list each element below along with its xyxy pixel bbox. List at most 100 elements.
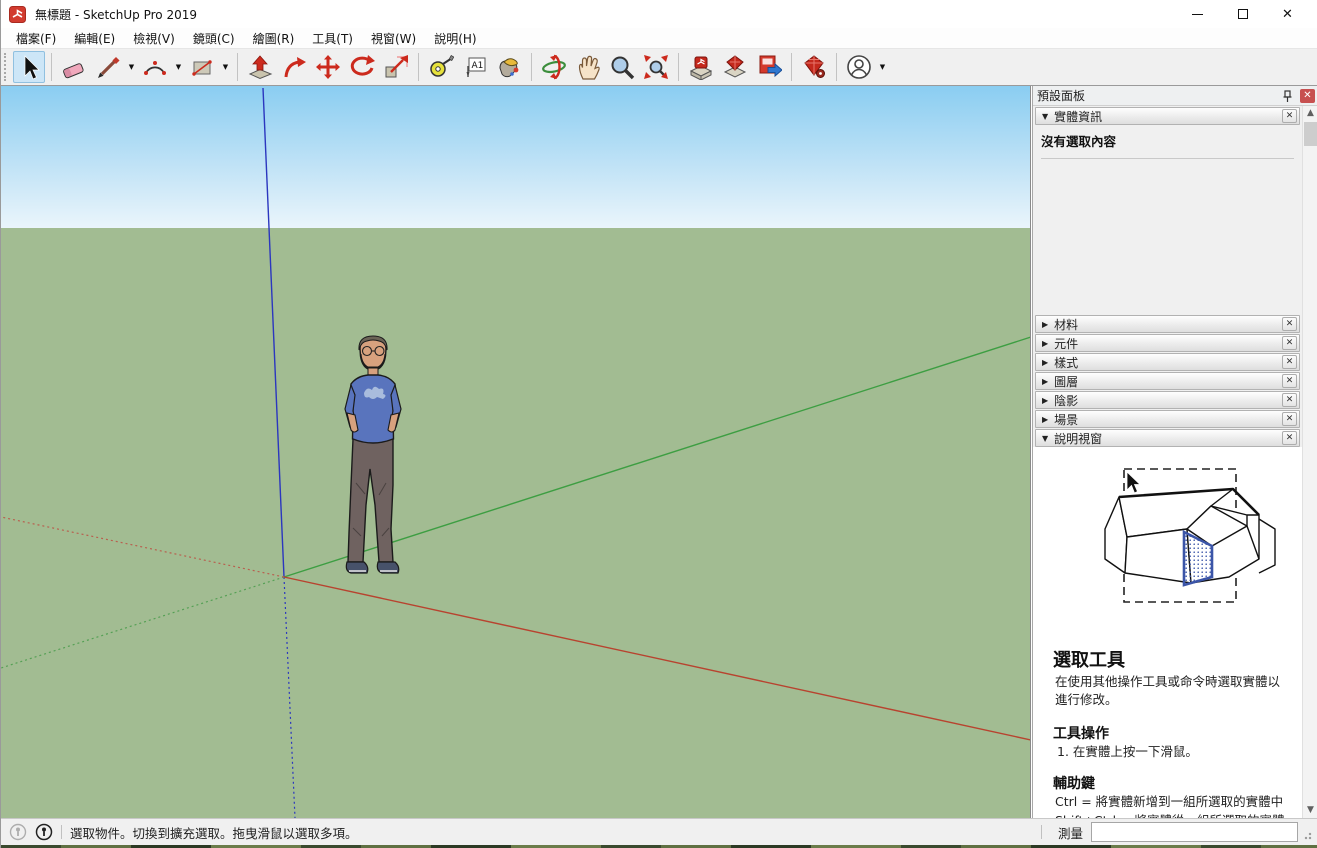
section-entity-info[interactable]: ▼ 實體資訊 ✕ [1035,107,1300,125]
menu-file[interactable]: 檔案(F) [7,28,65,49]
close-button[interactable]: ✕ [1265,0,1310,28]
send-to-layout-button[interactable] [753,51,785,83]
text-tool-button[interactable]: A1 [459,51,491,83]
red-axis-dotted [1,517,284,577]
title-bar: 無標題 - SketchUp Pro 2019 ✕ [1,0,1317,28]
account-button[interactable] [843,51,875,83]
move-tool-button[interactable] [312,51,344,83]
section-materials[interactable]: ▶ 材料 ✕ [1035,315,1300,333]
select-tool-button[interactable] [13,51,45,83]
toolbar-separator [791,53,792,81]
rotate-tool-button[interactable] [346,51,378,83]
section-close-button[interactable]: ✕ [1282,393,1297,407]
section-scenes[interactable]: ▶ 場景 ✕ [1035,410,1300,428]
geolocation-status-icon[interactable] [9,823,27,841]
sketchup-logo-icon [9,6,26,23]
select-cursor-icon [16,54,42,80]
rectangle-icon [189,54,215,80]
scale-figure-person[interactable] [323,333,418,581]
collapse-arrow-icon: ▼ [1042,112,1048,121]
window-title: 無標題 - SketchUp Pro 2019 [35,6,197,23]
rectangle-tool-button[interactable] [186,51,218,83]
toolbar-drag-handle[interactable] [4,53,9,81]
menu-edit[interactable]: 編輯(E) [65,28,124,49]
section-label: 圖層 [1054,373,1078,390]
section-close-button[interactable]: ✕ [1282,374,1297,388]
maximize-button[interactable] [1220,0,1265,28]
default-tray-panel: 預設面板 ✕ ▼ 實體資訊 ✕ 沒有選取內容 ▶ 材料 ✕ ▶ 元件 ✕ [1032,86,1317,818]
section-layers[interactable]: ▶ 圖層 ✕ [1035,372,1300,390]
menu-tools[interactable]: 工具(T) [303,28,362,49]
section-close-button[interactable]: ✕ [1282,317,1297,331]
extension-warehouse-icon [801,54,827,80]
minimize-button[interactable] [1175,0,1220,28]
pin-icon[interactable] [1281,89,1294,103]
green-axis-dotted [1,577,284,668]
scale-icon [383,54,409,80]
status-separator [1041,825,1042,839]
scroll-up-icon[interactable]: ▲ [1303,106,1317,121]
eraser-tool-button[interactable] [58,51,90,83]
toolbar-separator [237,53,238,81]
menu-window[interactable]: 視窗(W) [362,28,425,49]
section-components[interactable]: ▶ 元件 ✕ [1035,334,1300,352]
extension-warehouse-button[interactable] [798,51,830,83]
red-axis-solid [284,577,1031,740]
section-styles[interactable]: ▶ 樣式 ✕ [1035,353,1300,371]
toolbar-separator [418,53,419,81]
zoom-tool-button[interactable] [606,51,638,83]
orbit-tool-button[interactable] [538,51,570,83]
menu-view[interactable]: 檢視(V) [124,28,184,49]
line-tool-button[interactable] [92,51,124,83]
section-label: 實體資訊 [1054,108,1102,125]
rotate-icon [349,54,375,80]
section-shadows[interactable]: ▶ 陰影 ✕ [1035,391,1300,409]
push-pull-tool-button[interactable] [244,51,276,83]
toolbar-separator [678,53,679,81]
status-hint-text: 選取物件。切換到擴充選取。拖曳滑鼠以選取多項。 [70,823,358,842]
section-instructor[interactable]: ▼ 說明視窗 ✕ [1035,429,1300,447]
entity-info-content: 沒有選取內容 [1033,125,1302,163]
move-icon [315,54,341,80]
scale-tool-button[interactable] [380,51,412,83]
drawing-axes [1,86,1031,818]
panel-close-button[interactable]: ✕ [1300,89,1315,103]
menu-help[interactable]: 說明(H) [425,28,485,49]
scroll-down-icon[interactable]: ▼ [1303,803,1317,818]
expand-arrow-icon: ▶ [1042,320,1048,329]
panel-scrollbar[interactable]: ▲ ▼ [1302,106,1317,818]
follow-me-tool-button[interactable] [278,51,310,83]
pan-tool-button[interactable] [572,51,604,83]
resize-grip[interactable] [1302,830,1312,840]
tape-measure-tool-button[interactable] [425,51,457,83]
expand-arrow-icon: ▶ [1042,339,1048,348]
close-icon: ✕ [1282,8,1293,21]
credits-status-icon[interactable] [35,823,53,841]
toolbar-separator [51,53,52,81]
panel-title-bar: 預設面板 ✕ [1033,86,1317,106]
section-close-button[interactable]: ✕ [1282,412,1297,426]
instructor-modifier-item: Ctrl = 將實體新增到一組所選取的實體中 [1055,793,1288,811]
paint-bucket-tool-button[interactable] [493,51,525,83]
zoom-extents-tool-button[interactable] [640,51,672,83]
3d-viewport[interactable] [1,86,1031,818]
rectangle-tool-dropdown[interactable]: ▼ [219,51,232,83]
account-dropdown[interactable]: ▼ [876,51,889,83]
3d-warehouse-button[interactable] [685,51,717,83]
menu-draw[interactable]: 繪圖(R) [244,28,304,49]
section-close-button[interactable]: ✕ [1282,336,1297,350]
section-close-button[interactable]: ✕ [1282,355,1297,369]
measurements-input[interactable] [1091,822,1298,842]
maximize-icon [1238,9,1248,19]
minimize-icon [1192,14,1203,15]
panel-title: 預設面板 [1037,87,1085,104]
section-close-button[interactable]: ✕ [1282,109,1297,123]
arc-tool-button[interactable] [139,51,171,83]
pencil-icon [95,54,121,80]
menu-camera[interactable]: 鏡頭(C) [184,28,244,49]
scrollbar-thumb[interactable] [1304,122,1317,146]
line-tool-dropdown[interactable]: ▼ [125,51,138,83]
share-model-button[interactable] [719,51,751,83]
section-close-button[interactable]: ✕ [1282,431,1297,445]
arc-tool-dropdown[interactable]: ▼ [172,51,185,83]
